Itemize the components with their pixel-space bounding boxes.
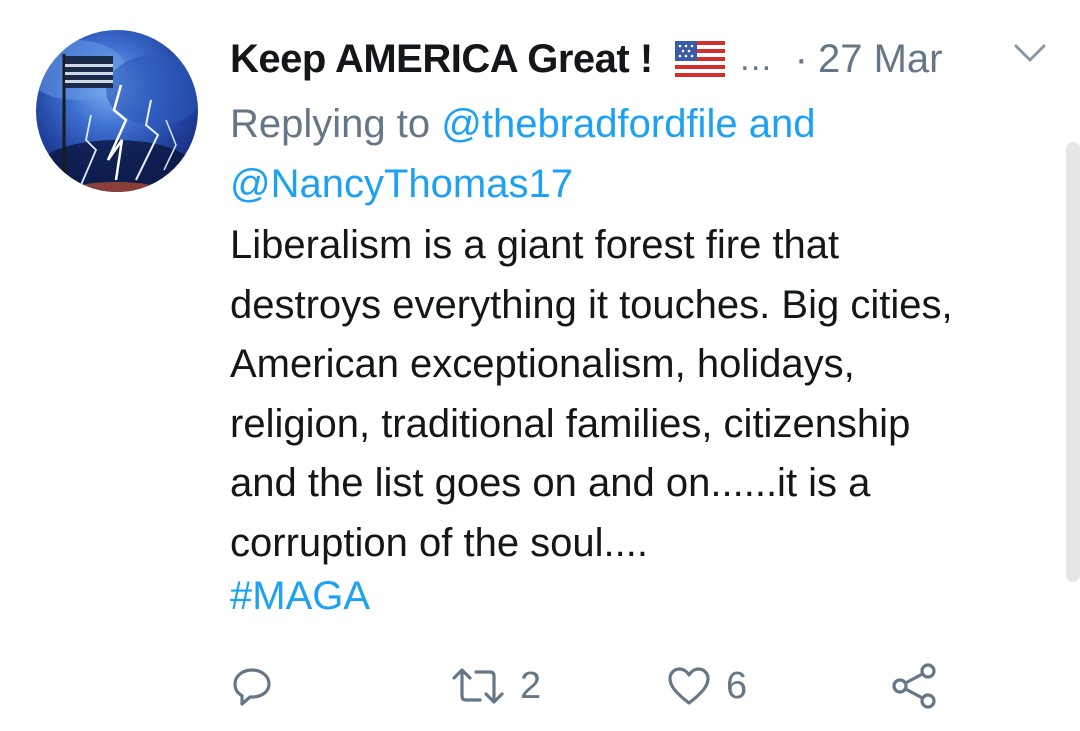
reply-icon <box>233 668 271 706</box>
tweet-text-line: corruption of the soul.... <box>230 520 649 565</box>
tweet-text-line: American exceptionalism, holidays, <box>230 342 855 386</box>
retweet-icon <box>452 668 504 704</box>
hashtag-link[interactable]: #MAGA <box>230 566 370 626</box>
scrollbar[interactable] <box>1066 142 1080 582</box>
header-separator: · <box>794 37 808 81</box>
like-button[interactable]: 6 <box>666 656 747 716</box>
tweet-text-line: Liberalism is a giant forest fire that <box>230 223 840 267</box>
lightning-flag-avatar-image <box>36 40 198 192</box>
retweet-button[interactable]: 2 <box>450 656 541 716</box>
heart-icon <box>668 667 710 705</box>
tweet-actions: 2 6 <box>230 656 990 716</box>
tweet[interactable]: Keep AMERICA Great ! … · 27 Mar Replying… <box>0 0 1080 731</box>
like-count: 6 <box>726 664 748 707</box>
avatar[interactable] <box>36 30 198 192</box>
tweet-text: Liberalism is a giant forest fire that d… <box>230 216 1060 573</box>
reply-conjunction: and <box>748 102 816 146</box>
tweet-text-line: and the list goes on and on......it is a <box>230 461 871 505</box>
display-name[interactable]: Keep AMERICA Great ! <box>230 34 653 84</box>
share-button[interactable] <box>890 656 938 716</box>
mention-link[interactable]: @thebradfordfile <box>441 102 737 146</box>
tweet-text-line: religion, traditional families, citizens… <box>230 401 911 446</box>
replying-to-prefix: Replying to <box>230 102 431 146</box>
tweet-date[interactable]: 27 Mar <box>818 34 943 84</box>
mention-link[interactable]: @NancyThomas17 <box>230 162 573 206</box>
replying-to: Replying to @thebradfordfile and @NancyT… <box>230 94 1050 214</box>
chevron-down-icon[interactable] <box>1010 38 1050 68</box>
us-flag-icon <box>674 41 725 77</box>
tweet-header: Keep AMERICA Great ! … · 27 Mar <box>230 34 1050 84</box>
share-icon <box>892 663 936 709</box>
retweet-count: 2 <box>520 664 542 707</box>
tweet-text-line: destroys everything it touches. Big citi… <box>230 282 953 327</box>
reply-button[interactable] <box>230 656 288 716</box>
name-truncation: … <box>738 40 773 78</box>
